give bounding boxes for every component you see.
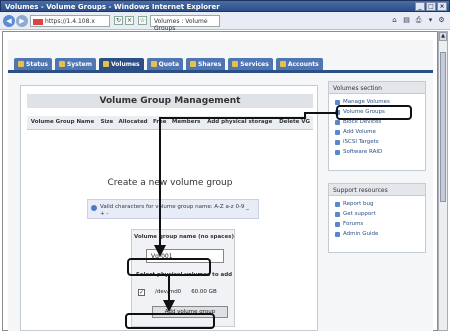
page-menu-icon[interactable]: ▾ bbox=[426, 16, 435, 25]
window-titlebar: Volumes - Volume Groups - Windows Intern… bbox=[0, 0, 450, 12]
vg-name-highlight bbox=[127, 258, 211, 276]
maximize-button[interactable]: □ bbox=[426, 2, 436, 11]
tab-underline bbox=[8, 70, 433, 73]
browser-tab[interactable]: Volumes : Volume Groups bbox=[150, 15, 220, 32]
pv-row: ✓ /dev/md0 60.00 GB bbox=[138, 286, 234, 298]
col-size: Size bbox=[98, 116, 116, 130]
support-item-report-bug[interactable]: Report bug bbox=[329, 199, 425, 209]
scroll-thumb[interactable] bbox=[440, 52, 446, 202]
close-button[interactable]: × bbox=[437, 2, 447, 11]
window-title: Volumes - Volume Groups - Windows Intern… bbox=[5, 3, 220, 11]
col-allocated: Allocated bbox=[115, 116, 151, 130]
col-members: Members bbox=[168, 116, 204, 130]
shares-icon bbox=[190, 61, 197, 67]
create-section-title: Create a new volume group bbox=[107, 178, 233, 188]
admin-guide-icon bbox=[335, 231, 340, 237]
refresh-icon[interactable]: ↻ bbox=[114, 16, 123, 25]
tab-services[interactable]: Services bbox=[228, 58, 273, 70]
info-icon bbox=[91, 205, 97, 211]
page-title: Volume Group Management bbox=[99, 96, 241, 106]
vg-name-label: Volume group name (no spaces) bbox=[134, 234, 234, 240]
stop-icon[interactable]: × bbox=[125, 16, 134, 25]
sidebar-item-iscsi-targets[interactable]: iSCSI Targets bbox=[329, 137, 425, 147]
manage-volumes-icon bbox=[335, 99, 340, 105]
add-volume-icon bbox=[335, 129, 340, 135]
feeds-icon[interactable]: ▤ bbox=[402, 16, 411, 25]
main-tabs: Status System Volumes Quota Shares Servi… bbox=[14, 58, 323, 70]
favorites-icon[interactable]: ☆ bbox=[138, 16, 147, 25]
iscsi-targets-icon bbox=[335, 139, 340, 145]
minimize-button[interactable]: _ bbox=[415, 2, 425, 11]
col-add-storage: Add physical storage bbox=[203, 116, 277, 130]
quota-icon bbox=[150, 61, 157, 67]
forward-icon[interactable]: ▶ bbox=[16, 15, 28, 27]
software-raid-icon bbox=[335, 149, 340, 155]
col-free: Free bbox=[150, 116, 169, 130]
address-bar[interactable]: https://1.4.108.x bbox=[30, 15, 110, 27]
sidebar-item-add-volume[interactable]: Add Volume bbox=[329, 127, 425, 137]
back-icon[interactable]: ◀ bbox=[3, 15, 15, 27]
tab-status[interactable]: Status bbox=[14, 58, 52, 70]
support-resources-title: Support resources bbox=[329, 184, 425, 196]
volumes-icon bbox=[102, 61, 109, 67]
support-item-forums[interactable]: Forums bbox=[329, 219, 425, 229]
services-icon bbox=[232, 61, 239, 67]
accounts-icon bbox=[279, 61, 286, 67]
support-item-admin-guide[interactable]: Admin Guide bbox=[329, 229, 425, 239]
tab-accounts[interactable]: Accounts bbox=[275, 58, 323, 70]
openfiler-page: Status System Volumes Quota Shares Servi… bbox=[8, 40, 433, 331]
add-button-highlight bbox=[125, 313, 215, 329]
tools-icon[interactable]: ⚙ bbox=[437, 16, 446, 25]
home-icon[interactable]: ⌂ bbox=[390, 16, 399, 25]
support-resources-panel: Support resources Report bug Get support… bbox=[328, 183, 426, 253]
tab-system[interactable]: System bbox=[54, 58, 96, 70]
name-rules-hint: Valid characters for volume group name: … bbox=[87, 199, 259, 219]
system-icon bbox=[58, 61, 65, 67]
print-icon[interactable]: ⎙ bbox=[414, 16, 423, 25]
col-delete-vg: Delete VG bbox=[276, 116, 313, 130]
browser-toolbar: ◀ ▶ https://1.4.108.x ↻ × ☆ Volumes : Vo… bbox=[0, 12, 450, 32]
main-content: Volume Group Management Volume Group Nam… bbox=[20, 85, 318, 331]
vertical-scrollbar[interactable]: ▲ bbox=[438, 31, 448, 331]
block-devices-icon bbox=[335, 119, 340, 125]
report-bug-icon bbox=[335, 201, 340, 207]
volumes-section-title: Volumes section bbox=[329, 82, 425, 94]
forums-icon bbox=[335, 221, 340, 227]
tab-shares[interactable]: Shares bbox=[186, 58, 226, 70]
pv-checkbox[interactable]: ✓ bbox=[138, 288, 145, 296]
volumes-section-panel: Volumes section Manage Volumes Volume Gr… bbox=[328, 81, 426, 171]
volume-group-table: Volume Group Name Size Allocated Free Me… bbox=[27, 116, 313, 130]
sidebar-item-software-raid[interactable]: Software RAID bbox=[329, 147, 425, 157]
status-icon bbox=[18, 61, 24, 67]
tab-quota[interactable]: Quota bbox=[146, 58, 184, 70]
pv-path: /dev/md0 bbox=[155, 289, 182, 295]
pv-size: 60.00 GB bbox=[191, 289, 217, 295]
get-support-icon bbox=[335, 211, 340, 217]
col-vg-name: Volume Group Name bbox=[27, 116, 99, 130]
support-item-get-support[interactable]: Get support bbox=[329, 209, 425, 219]
tab-volumes[interactable]: Volumes bbox=[98, 58, 144, 70]
volume-groups-highlight bbox=[336, 105, 412, 120]
scroll-up-icon[interactable]: ▲ bbox=[439, 32, 447, 41]
https-lock-icon bbox=[33, 18, 43, 25]
